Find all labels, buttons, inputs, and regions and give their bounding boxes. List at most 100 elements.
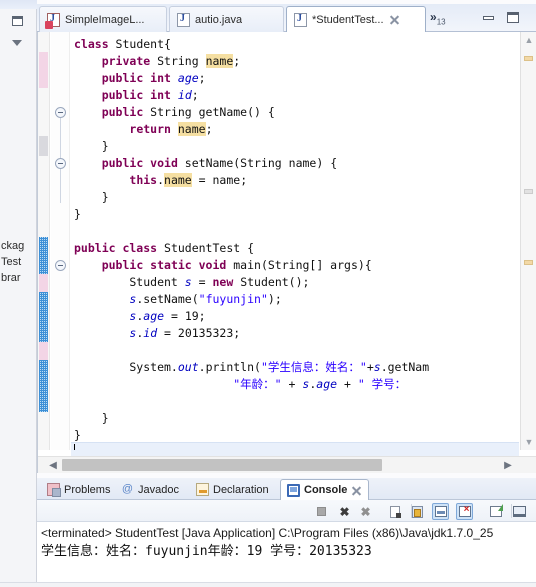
scroll-lock-button[interactable] <box>409 503 426 520</box>
overview-mark-occ[interactable] <box>524 56 533 61</box>
tab-overflow-chevron[interactable]: »13 <box>430 10 446 26</box>
code-line: } <box>74 206 81 223</box>
code-token-p <box>74 292 129 306</box>
x-icon: ✖ <box>339 504 350 519</box>
show-console-on-output-button[interactable] <box>432 503 449 520</box>
doc-icon <box>389 505 401 518</box>
display-console-button[interactable] <box>511 503 528 520</box>
xx-icon: ✖ <box>360 504 371 519</box>
code-line: } <box>74 138 109 155</box>
code-token-p: . <box>157 173 165 187</box>
fold-collapse-icon[interactable] <box>55 260 66 271</box>
show-console-on-error-button[interactable] <box>456 503 473 520</box>
console-output[interactable]: <terminated> StudentTest [Java Applicati… <box>37 522 536 586</box>
code-token-p: + <box>337 377 358 391</box>
change-mark-grey <box>39 136 48 156</box>
code-line: System.out.println("学生信息：姓名："+s.getNam <box>74 359 429 376</box>
tab-javadoc[interactable]: @ Javadoc <box>115 479 185 500</box>
code-token-p: } <box>74 190 109 204</box>
text-caret <box>74 444 75 450</box>
editor-tab-autio[interactable]: autio.java <box>169 6 284 32</box>
tab-declaration[interactable]: Declaration <box>190 479 275 500</box>
overview-mark-occ[interactable] <box>524 260 533 265</box>
code-line: } <box>74 410 109 427</box>
code-token-kw: public static void <box>101 258 227 272</box>
code-token-fld: s <box>373 360 381 374</box>
code-token-p <box>74 173 129 187</box>
code-token-str: "fuyunjin" <box>198 292 268 306</box>
code-line: public int age; <box>74 70 206 87</box>
code-token-p: Student <box>74 275 185 289</box>
code-token-p: + <box>366 360 374 374</box>
eclipse-window: ckag Test brar SimpleImageL... autio.jav… <box>0 0 536 587</box>
code-token-p: Student{ <box>108 37 171 51</box>
tab-console[interactable]: Console <box>280 479 370 500</box>
code-token-p: String <box>150 54 206 68</box>
code-token-p: = 19; <box>164 309 206 323</box>
code-token-kw: private <box>101 54 151 68</box>
problems-icon <box>47 483 61 497</box>
code-token-p: Student(); <box>233 275 310 289</box>
fold-collapse-icon[interactable] <box>55 158 66 169</box>
javadoc-icon: @ <box>121 483 134 495</box>
code-line: } <box>74 189 109 206</box>
remove-launch-button[interactable]: ✖ <box>336 503 353 520</box>
code-line: public static void main(String[] args){ <box>74 257 372 274</box>
scroll-right-icon[interactable]: ▶ <box>500 457 516 473</box>
editor-tab-label: SimpleImageL... <box>65 13 145 26</box>
rail-label-1: Test <box>1 256 22 268</box>
editor-tab-studenttest[interactable]: *StudentTest... <box>286 6 426 32</box>
maximize-icon[interactable] <box>506 11 520 24</box>
h-scroll-thumb[interactable] <box>62 459 382 471</box>
close-icon[interactable] <box>389 14 400 25</box>
editor-tab-label: *StudentTest... <box>312 13 384 26</box>
clear-console-button[interactable] <box>386 503 403 520</box>
scroll-err-icon <box>458 504 471 517</box>
code-token-p: .println( <box>198 360 261 374</box>
scroll-up-icon[interactable]: ▲ <box>521 32 536 48</box>
code-token-p: = 20135323; <box>157 326 241 340</box>
code-token-hl: name <box>177 122 206 136</box>
java-file-error-icon <box>45 12 60 29</box>
editor-tab-simpleimagel[interactable]: SimpleImageL... <box>39 6 167 32</box>
remove-all-launches-button[interactable]: ✖ <box>357 503 374 520</box>
view-menu-icon[interactable] <box>7 34 27 52</box>
console-toolbar: ✖ ✖ <box>37 500 536 522</box>
tab-overflow-glyph: » <box>430 10 437 24</box>
code-line: public class StudentTest { <box>74 240 254 257</box>
editor-vertical-scrollbar[interactable]: ▲ ▼ <box>520 32 536 450</box>
editor-horizontal-scrollbar[interactable]: ◀ ▶ <box>38 456 536 473</box>
minimize-icon[interactable] <box>482 11 496 24</box>
code-token-p: = name; <box>191 173 248 187</box>
scroll-down-icon[interactable]: ▼ <box>521 434 536 450</box>
code-line: "年龄：" + s.age + " 学号： <box>74 376 406 393</box>
code-token-kw: public <box>101 105 144 119</box>
code-token-p: ; <box>198 71 206 85</box>
monitor-icon <box>513 506 526 517</box>
code-token-str: " 学号： <box>357 377 407 391</box>
terminate-button[interactable] <box>313 503 330 520</box>
console-tab-label: Problems <box>64 483 111 496</box>
scroll-left-icon[interactable]: ◀ <box>45 457 61 473</box>
code-line: } <box>74 427 81 444</box>
close-icon[interactable] <box>351 485 362 496</box>
code-token-p: = <box>191 275 213 289</box>
code-token-kw: class <box>74 37 109 51</box>
code-editor[interactable]: class Student{ private String name; publ… <box>37 32 536 473</box>
code-line: private String name; <box>74 53 240 70</box>
tab-problems[interactable]: Problems <box>41 479 116 500</box>
code-token-p <box>74 326 129 340</box>
open-console-button[interactable] <box>487 503 504 520</box>
minimized-view-rail: ckag Test brar <box>0 0 37 587</box>
restore-icon[interactable] <box>7 12 27 30</box>
code-token-p: } <box>74 207 81 221</box>
overview-mark-gry[interactable] <box>524 189 533 194</box>
lock-icon <box>412 505 423 518</box>
editor-tabbar: SimpleImageL... autio.java *StudentTest.… <box>37 4 536 32</box>
code-line: class Student{ <box>74 36 171 53</box>
fold-collapse-icon[interactable] <box>55 107 66 118</box>
code-token-kw: this <box>129 173 158 187</box>
folding-margin[interactable] <box>51 32 70 450</box>
code-text[interactable]: class Student{ private String name; publ… <box>71 32 519 450</box>
code-token-p: ; <box>191 88 199 102</box>
